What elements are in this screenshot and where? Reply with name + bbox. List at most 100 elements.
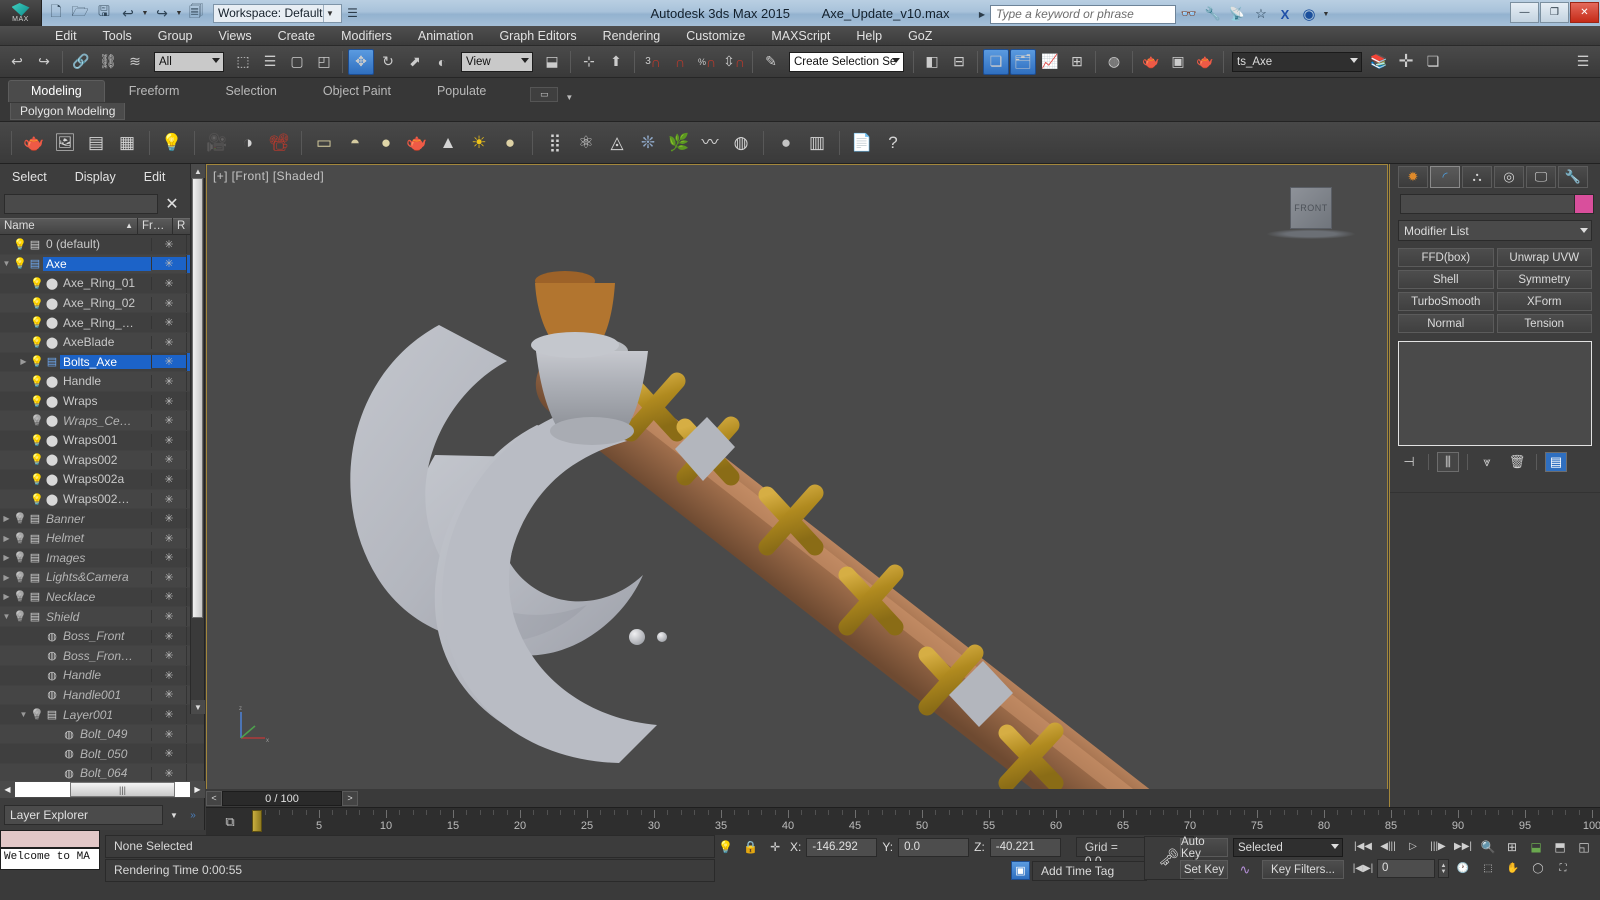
explorer-expand-chevron-icon[interactable]: » [185,810,201,821]
exchange-icon[interactable]: X [1274,3,1296,25]
parameter-curve-out-of-range-icon[interactable]: ∿ [1233,860,1257,879]
atom-icon[interactable]: ⚛ [572,129,600,157]
layer-row[interactable]: ▶ 💡 ▤ Bolts_Axe ✳ [0,352,204,373]
visibility-bulb-icon[interactable]: 💡 [30,473,44,486]
set-key-button[interactable]: Set Key [1180,860,1228,879]
track-bar[interactable]: ⧉ 5 10 15 20 25 30 35 40 45 50 55 60 65 70 75 80 85 90 95 1… [206,807,1600,835]
undo-dropdown-arrow-icon[interactable]: ▼ [141,10,149,17]
tab-freeform[interactable]: Freeform [107,81,202,102]
teapot-icon[interactable]: 🫖 [20,129,48,157]
render-toggle-cell[interactable] [186,724,204,744]
layer-row[interactable]: ◍ Bolt_049 ✳ [0,724,204,745]
frame-spinner[interactable]: ▲ ▼ [1438,859,1449,878]
freeze-snowflake-icon[interactable]: ✳ [151,394,186,408]
menu-item-graph-editors[interactable]: Graph Editors [486,26,589,46]
curve-editor-icon[interactable]: 📈 [1037,49,1063,75]
visibility-bulb-icon[interactable]: 💡 [13,238,27,251]
clear-search-icon[interactable]: ✕ [162,194,182,214]
select-and-manipulate-icon[interactable]: ⊹ [576,49,602,75]
next-frame-icon[interactable]: |||▶ [1427,837,1449,856]
scroll-right-arrow-icon[interactable]: ▶ [190,785,205,794]
key-filters-button[interactable]: Key Filters... [1262,860,1344,879]
freeze-snowflake-icon[interactable]: ✳ [151,335,186,349]
visibility-bulb-icon[interactable]: 💡 [30,277,44,290]
binoculars-icon[interactable]: 👓 [1178,3,1200,25]
select-by-name-icon[interactable]: ☰ [257,49,283,75]
tab-modeling[interactable]: Modeling [8,80,105,102]
go-to-end-icon[interactable]: ▶▶| [1452,837,1474,856]
render-toggle-cell[interactable] [186,764,204,783]
project-folder-icon[interactable]: 🗐 [185,2,207,24]
layer-search-input[interactable] [4,194,158,214]
add-layer-icon[interactable]: ✛ [1393,49,1419,75]
open-mini-curve-editor-icon[interactable]: ⧉ [220,813,240,831]
selection-lock-icon[interactable]: 🔒 [741,838,761,857]
bind-to-space-warp-icon[interactable]: ≋ [122,49,148,75]
absolute-relative-transform-icon[interactable]: ✛ [765,838,785,857]
freeze-snowflake-icon[interactable]: ✳ [151,610,186,624]
freeze-snowflake-icon[interactable]: ✳ [151,472,186,486]
zoom-extents-icon[interactable]: ⬓ [1526,837,1546,856]
maximize-viewport-icon[interactable]: ⛶ [1552,859,1574,878]
freeze-snowflake-icon[interactable]: ✳ [151,629,186,643]
rendered-frame-window-icon[interactable]: ▣ [1165,49,1191,75]
search-input[interactable]: Type a keyword or phrase [990,4,1176,24]
select-objects-in-layer-icon[interactable]: ❏ [1420,49,1446,75]
modifier-list-combo[interactable]: Modifier List [1398,220,1592,241]
wrench-icon[interactable]: 🔧 [1202,3,1224,25]
visibility-bulb-icon[interactable]: 💡 [30,375,44,388]
modifier-button-shell[interactable]: Shell [1398,270,1494,289]
modifier-button-xform[interactable]: XForm [1496,292,1592,311]
edit-named-selection-sets-icon[interactable]: ✎ [758,49,784,75]
reference-coordinate-combo[interactable]: View [461,51,533,72]
explorer-name-field[interactable]: Layer Explorer [4,805,163,825]
dome-primitive-icon[interactable]: ◓ [341,129,369,157]
horizontal-scroll-thumb[interactable]: ||| [70,782,175,797]
freeze-snowflake-icon[interactable]: ✳ [151,374,186,388]
menu-item-views[interactable]: Views [205,26,264,46]
make-unique-icon[interactable]: ⩔ [1476,452,1498,472]
ox-hair-icon[interactable]: ◍ [727,129,755,157]
visibility-bulb-icon[interactable]: 💡 [13,590,27,603]
expand-triangle-icon[interactable]: ▶ [0,573,13,582]
layer-explorer-menu-display[interactable]: Display [75,170,116,184]
sun-icon[interactable]: ☀ [465,129,493,157]
use-pivot-point-center-icon[interactable]: ⬓ [539,49,565,75]
current-frame-input[interactable]: 0 [1377,859,1435,878]
settings-panel-icon[interactable]: ▦ [113,129,141,157]
freeze-snowflake-icon[interactable]: ✳ [151,355,186,369]
freeze-snowflake-icon[interactable]: ✳ [151,296,186,310]
freeze-snowflake-icon[interactable]: ✳ [151,453,186,467]
app-logo-button[interactable]: MAX [0,0,42,26]
layer-row[interactable]: 💡 ⬤ Wraps ✳ [0,391,204,412]
time-tag-icon[interactable]: ▣ [1011,861,1030,880]
visibility-bulb-icon[interactable]: 💡 [13,551,27,564]
scene-explorer-icon[interactable]: 🗂 [1010,48,1036,75]
modifier-button-symmetry[interactable]: Symmetry [1496,270,1592,289]
coord-z-field[interactable]: -40.221 [989,837,1061,857]
zoom-icon[interactable]: 🔍 [1478,837,1498,856]
layer-list-vertical-scrollbar[interactable]: ▲ ▼ [190,164,205,714]
freeze-snowflake-icon[interactable]: ✳ [151,688,186,702]
unlink-selection-icon[interactable]: ⛓ [95,49,121,75]
tab-populate[interactable]: Populate [415,81,508,102]
expand-triangle-icon[interactable]: ▶ [0,514,13,523]
visibility-bulb-icon[interactable]: 💡 [30,316,44,329]
modifier-button-tension[interactable]: Tension [1496,314,1592,333]
layer-explorer-menu-select[interactable]: Select [12,170,47,184]
menu-item-modifiers[interactable]: Modifiers [328,26,405,46]
align-icon[interactable]: ⊟ [946,49,972,75]
help-dropdown-arrow-icon[interactable]: ▼ [1322,11,1330,18]
isolate-selection-icon[interactable]: 💡 [716,838,736,857]
layer-row[interactable]: ◍ Handle ✳ [0,666,204,686]
visibility-bulb-icon[interactable]: 💡 [13,512,27,525]
column-header-freeze[interactable]: Fr… [138,218,173,235]
pin-stack-icon[interactable]: ⊣ [1398,452,1420,472]
visibility-bulb-icon[interactable]: 💡 [13,257,27,270]
layer-row[interactable]: ▼ 💡 ▤ Layer001 ✳ [0,705,204,725]
horizontal-scroll-trough[interactable]: ||| [15,782,190,797]
layer-row[interactable]: 💡 ⬤ Wraps001 ✳ [0,430,204,451]
cone-primitive-icon[interactable]: ▲ [434,129,462,157]
freeze-snowflake-icon[interactable]: ✳ [151,433,186,447]
time-slider-handle[interactable] [252,810,262,832]
